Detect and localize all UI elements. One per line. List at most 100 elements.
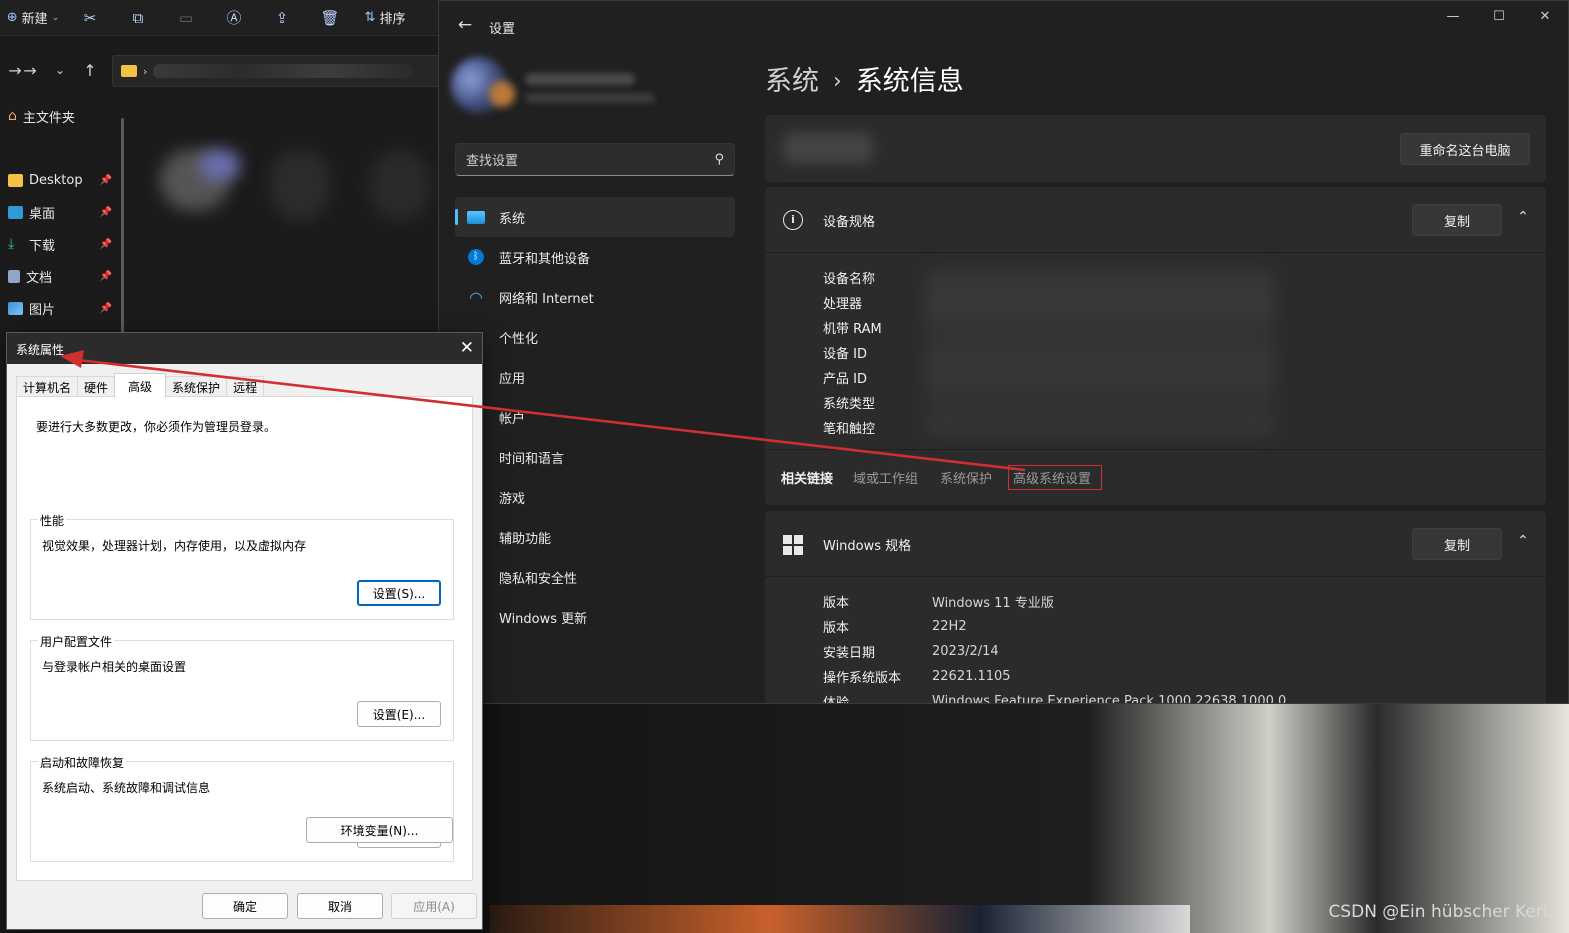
nav-item-network[interactable]: ◠ 网络和 Internet [455, 277, 735, 317]
nav-item-accessibility[interactable]: ◈ 辅助功能 [455, 517, 735, 557]
copy-icon[interactable]: ⧉ [114, 0, 162, 36]
nav-item-gaming[interactable]: ◆ 游戏 [455, 477, 735, 517]
blurred-thumbnail [370, 150, 430, 220]
delete-icon[interactable]: 🗑 [306, 0, 354, 36]
copy-windows-specs-button[interactable]: 复制 [1412, 528, 1502, 560]
group-description: 视觉效果，处理器计划，内存使用，以及虚拟内存 [42, 539, 307, 553]
settings-nav: 系统 ᛒ 蓝牙和其他设备 ◠ 网络和 Internet ✎ 个性化 ▦ 应用 ●… [455, 197, 735, 637]
performance-settings-button[interactable]: 设置(S)... [357, 580, 441, 606]
rename-pc-button[interactable]: 重命名这台电脑 [1400, 133, 1530, 165]
pin-icon: 📌 [99, 302, 112, 314]
sidebar-item-pictures[interactable]: 图片 📌 [0, 292, 122, 324]
avatar-overlay [489, 81, 515, 107]
sidebar-item-desktop[interactable]: 桌面 📌 [0, 196, 122, 228]
recent-dropdown-icon[interactable]: ⌄ [45, 63, 75, 77]
nav-item-bluetooth[interactable]: ᛒ 蓝牙和其他设备 [455, 237, 735, 277]
spec-key: 产品 ID [823, 372, 867, 387]
new-button[interactable]: ⊕ 新建 ⌄ [0, 0, 66, 36]
related-links-bar: 相关链接 域或工作组 系统保护 高级系统设置 [765, 449, 1546, 505]
spec-value: 22H2 [932, 619, 967, 634]
sidebar-item-desktop-en[interactable]: Desktop 📌 [0, 164, 122, 196]
nav-item-privacy[interactable]: ◇ 隐私和安全性 [455, 557, 735, 597]
folder-icon [121, 65, 137, 77]
chevron-up-icon[interactable]: ⌃ [1514, 533, 1532, 551]
environment-variables-button[interactable]: 环境变量(N)... [306, 817, 453, 843]
nav-item-system[interactable]: 系统 [455, 197, 735, 237]
spec-value: 22621.1105 [932, 669, 1011, 684]
sidebar-item-label: 主文件夹 [22, 110, 75, 126]
windows-specs-header[interactable]: Windows 规格 复制 ⌃ [765, 511, 1546, 577]
spec-row: 版本 22H2 [823, 614, 1286, 639]
paste-icon[interactable]: ▭ [162, 0, 210, 36]
chevron-right-icon: › [143, 64, 148, 78]
folder-icon [8, 173, 23, 187]
spec-row: 安装日期 2023/2/14 [823, 639, 1286, 664]
explorer-sidebar: ⌂ 主文件夹 Desktop 📌 桌面 📌 ⤓ 下载 📌 文档 📌 图片 📌 [0, 100, 122, 324]
nav-item-time-language[interactable]: ◷ 时间和语言 [455, 437, 735, 477]
spec-key: 机带 RAM [823, 322, 882, 337]
bluetooth-icon: ᛒ [467, 249, 485, 265]
tab-remote[interactable]: 远程 [226, 376, 265, 397]
search-icon[interactable]: ⚲ [714, 152, 724, 167]
chevron-up-icon[interactable]: ⌃ [1514, 209, 1532, 227]
nav-item-label: 时间和语言 [499, 451, 565, 467]
pin-icon: 📌 [99, 206, 112, 218]
cancel-button[interactable]: 取消 [297, 893, 383, 919]
spec-key: 设备 ID [823, 347, 867, 362]
page-title: 系统信息 [855, 66, 964, 97]
settings-search-input[interactable]: 查找设置 ⚲ [455, 143, 735, 176]
spec-row: 机带 RAM [823, 315, 932, 340]
sidebar-item-downloads[interactable]: ⤓ 下载 📌 [0, 228, 122, 260]
rename-icon[interactable]: Ⓐ [210, 0, 258, 36]
settings-main-pane: 系统 › 系统信息 重命名这台电脑 i 设备规格 复制 ⌃ 设备名称 处理器 机带 … [765, 1, 1568, 704]
forward-arrow-icon[interactable]: → [15, 61, 45, 80]
tab-advanced[interactable]: 高级 [114, 373, 167, 398]
nav-item-label: 应用 [499, 371, 526, 387]
advanced-system-settings-link[interactable]: 高级系统设置 [1008, 465, 1103, 490]
group-description: 系统启动、系统故障和调试信息 [42, 781, 211, 795]
spec-key: 体验 [823, 696, 850, 704]
device-specs-title: 设备规格 [823, 215, 876, 230]
sidebar-item-label: 文档 [26, 270, 53, 286]
spec-row: 操作系统版本 22621.1105 [823, 664, 1286, 689]
scissors-icon[interactable]: ✂ [66, 0, 114, 36]
breadcrumb: 系统 › 系统信息 [765, 59, 964, 98]
spec-key: 安装日期 [823, 646, 876, 661]
dialog-titlebar[interactable]: 系统属性 ✕ [7, 333, 482, 364]
new-label: 新建 [21, 12, 48, 27]
nav-item-personalization[interactable]: ✎ 个性化 [455, 317, 735, 357]
back-arrow-icon[interactable]: ← [453, 15, 477, 35]
up-arrow-icon[interactable]: ↑ [75, 61, 105, 80]
nav-item-accounts[interactable]: ● 帐户 [455, 397, 735, 437]
sidebar-item-documents[interactable]: 文档 📌 [0, 260, 122, 292]
address-bar[interactable]: › [112, 55, 440, 87]
spec-key: 系统类型 [823, 397, 876, 412]
domain-workgroup-link[interactable]: 域或工作组 [853, 468, 918, 487]
user-profiles-settings-button[interactable]: 设置(E)... [357, 701, 441, 727]
spec-value: Windows Feature Experience Pack 1000.226… [932, 694, 1287, 704]
close-icon[interactable]: ✕ [460, 338, 474, 358]
user-profiles-group: 用户配置文件 与登录帐户相关的桌面设置 设置(E)... [30, 633, 454, 741]
tab-hardware[interactable]: 硬件 [77, 376, 116, 397]
explorer-toolbar: ⊕ 新建 ⌄ ✂ ⧉ ▭ Ⓐ ⇪ 🗑 ⇅ 排序 [0, 0, 440, 36]
watermark: CSDN @Ein hübscher Kerl. [1328, 902, 1553, 922]
breadcrumb-parent[interactable]: 系统 [765, 66, 819, 97]
spec-row: 系统类型 [823, 390, 932, 415]
sidebar-item-home[interactable]: ⌂ 主文件夹 [0, 100, 122, 132]
spec-row: 处理器 [823, 290, 932, 315]
info-icon: i [783, 210, 803, 230]
tab-computer-name[interactable]: 计算机名 [16, 376, 79, 397]
sidebar-scrollbar[interactable] [121, 118, 124, 338]
device-specs-header[interactable]: i 设备规格 复制 ⌃ [765, 187, 1546, 253]
windows-specs-list: 版本 Windows 11 专业版 版本 22H2 安装日期 2023/2/14 操作… [823, 589, 1287, 704]
user-profile[interactable] [451, 57, 655, 117]
apply-button[interactable]: 应用(A) [391, 893, 477, 919]
copy-device-specs-button[interactable]: 复制 [1412, 204, 1502, 236]
nav-item-apps[interactable]: ▦ 应用 [455, 357, 735, 397]
share-icon[interactable]: ⇪ [258, 0, 306, 36]
nav-item-windows-update[interactable]: ↻ Windows 更新 [455, 597, 735, 637]
sort-button[interactable]: ⇅ 排序 [354, 0, 416, 36]
tab-system-protection[interactable]: 系统保护 [165, 376, 228, 397]
ok-button[interactable]: 确定 [202, 893, 288, 919]
system-protection-link[interactable]: 系统保护 [940, 468, 992, 487]
